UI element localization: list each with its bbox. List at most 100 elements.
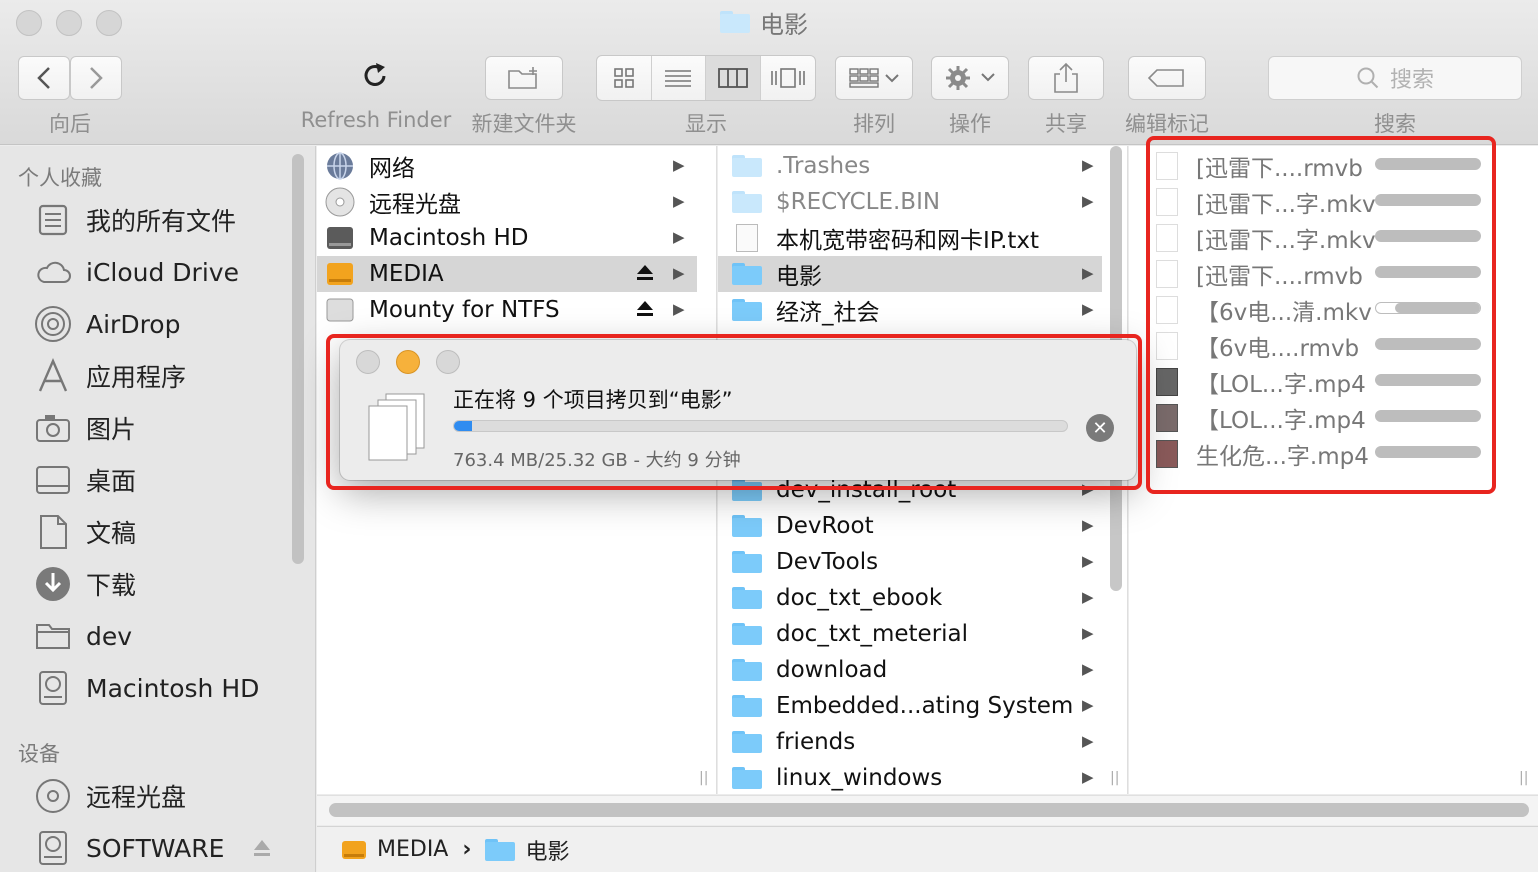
list-item-file[interactable]: 【LOL...字.mp4 [1152,400,1366,436]
folder-icon [732,551,762,573]
close-window-button[interactable] [16,10,42,36]
list-item-doc-txt-meterial[interactable]: doc_txt_meterial [718,616,1102,652]
list-item-file[interactable]: 【LOL...字.mp4 [1152,364,1366,400]
sidebar-item-software[interactable]: SOFTWARE [34,828,224,868]
chevron-right-icon: ▶ [673,192,685,210]
globe-icon [327,152,353,180]
sidebar-item-all-files[interactable]: 我的所有文件 [34,200,236,240]
sidebar-item-applications[interactable]: 应用程序 [34,356,186,396]
chevron-right-icon: ▶ [1082,552,1094,570]
sidebar-item-downloads[interactable]: 下载 [34,564,136,604]
sidebar-item-remote-disc[interactable]: 远程光盘 [34,776,186,816]
share-button[interactable] [1028,56,1104,100]
list-item-file[interactable]: [迅雷下....rmvb [1152,256,1363,292]
column-resize-handle[interactable]: || [1110,770,1119,786]
sidebar-item-dev[interactable]: dev [34,616,132,656]
video-thumbnail-icon [1156,368,1178,396]
list-item-label: 远程光盘 [369,192,461,218]
sidebar-item-macintosh-hd[interactable]: Macintosh HD [34,668,259,708]
list-item-doc-txt-ebook[interactable]: doc_txt_ebook [718,580,1102,616]
dialog-minimize-button[interactable] [396,350,420,374]
eject-icon[interactable] [635,263,655,283]
sidebar-item-pictures[interactable]: 图片 [34,408,136,448]
folder-icon [732,263,762,285]
new-folder-button[interactable] [485,56,563,100]
list-item-recycle-bin[interactable]: $RECYCLE.BIN [718,184,1102,220]
zoom-window-button[interactable] [96,10,122,36]
sidebar-item-desktop[interactable]: 桌面 [34,460,136,500]
chevron-right-icon: ▶ [1082,660,1094,678]
refresh-button[interactable] [358,58,392,94]
list-item-file[interactable]: 生化危...字.mp4 [1152,436,1369,472]
path-item-media[interactable]: MEDIA [377,837,448,862]
list-item-linux-windows[interactable]: linux_windows [718,760,1102,796]
list-item-movies[interactable]: 电影 [718,256,1102,292]
chevron-right-icon [90,67,103,89]
drive-icon [326,298,354,322]
list-item-macintosh-hd[interactable]: Macintosh HD [317,220,697,256]
list-item-file[interactable]: [迅雷下...字.mkv [1152,184,1376,220]
chevron-right-icon: ▶ [1082,300,1094,318]
arrange-button[interactable] [835,56,913,100]
folder-icon [720,11,750,33]
icon-view-button[interactable] [597,56,652,100]
dialog-zoom-button[interactable] [436,350,460,374]
scrollbar-thumb[interactable] [329,803,1529,817]
cover-flow-button[interactable] [761,56,815,100]
sidebar-item-label: 应用程序 [86,363,187,392]
list-view-button[interactable] [652,56,707,100]
eject-icon[interactable] [635,299,655,319]
desktop-icon [34,461,72,499]
forward-button[interactable] [70,56,122,100]
search-field[interactable]: 搜索 [1268,56,1522,100]
sidebar-item-label: 图片 [86,415,137,444]
column-resize-handle[interactable]: || [1519,770,1528,786]
edit-tags-button[interactable] [1128,56,1206,100]
sidebar-scrollbar[interactable] [292,154,304,564]
column-resize-handle[interactable]: || [699,770,708,786]
list-item-file[interactable]: 【6v电...清.mkv [1152,292,1372,328]
hard-drive-icon [34,669,72,707]
sidebar-item-icloud-drive[interactable]: iCloud Drive [34,252,239,292]
list-item-label: linux_windows [776,765,943,791]
list-item-file[interactable]: [迅雷下....rmvb [1152,148,1363,184]
minimize-window-button[interactable] [56,10,82,36]
airdrop-icon [34,305,72,343]
stop-copy-button[interactable]: ✕ [1086,414,1114,442]
video-thumbnail-icon [1156,440,1178,468]
sidebar-item-airdrop[interactable]: AirDrop [34,304,180,344]
list-item-devtools[interactable]: DevTools [718,544,1102,580]
list-item-friends[interactable]: friends [718,724,1102,760]
path-item-movies[interactable]: 电影 [525,834,569,866]
list-item-label: 经济_社会 [776,300,880,326]
list-item-network[interactable]: 网络 [317,148,697,184]
list-item-download[interactable]: download [718,652,1102,688]
refresh-icon [364,63,386,86]
horizontal-scrollbar[interactable] [317,795,1538,825]
list-item-devroot[interactable]: DevRoot [718,508,1102,544]
file-icon [1156,260,1178,288]
list-item-remote-disc[interactable]: 远程光盘 [317,184,697,220]
list-item-txt-file[interactable]: 本机宽带密码和网卡IP.txt [718,220,1102,256]
search-icon [1357,67,1379,89]
list-item-file[interactable]: 【6v电....rmvb [1152,328,1359,364]
sidebar: 个人收藏 我的所有文件 iCloud Drive AirDrop 应用程序 图片 [0,146,316,872]
column-view-button[interactable] [706,56,761,100]
list-item-economy[interactable]: 经济_社会 [718,292,1102,328]
text-file-icon [736,224,758,252]
eject-icon[interactable] [252,838,272,858]
list-item-embedded[interactable]: Embedded...ating System [718,688,1102,724]
action-button[interactable] [931,56,1009,100]
edit-tags-label: 编辑标记 [1125,112,1209,136]
back-button[interactable] [18,56,70,100]
sidebar-item-documents[interactable]: 文稿 [34,512,136,552]
list-item-trashes[interactable]: .Trashes [718,148,1102,184]
dialog-close-button[interactable] [356,350,380,374]
list-item-label: 【6v电....rmvb [1196,336,1360,362]
gear-icon [946,66,995,90]
devices-header: 设备 [18,742,60,766]
list-item-file[interactable]: [迅雷下...字.mkv [1152,220,1376,256]
folder-icon [732,623,762,645]
sidebar-item-label: 桌面 [86,467,137,496]
file-copy-progress [1375,194,1481,206]
